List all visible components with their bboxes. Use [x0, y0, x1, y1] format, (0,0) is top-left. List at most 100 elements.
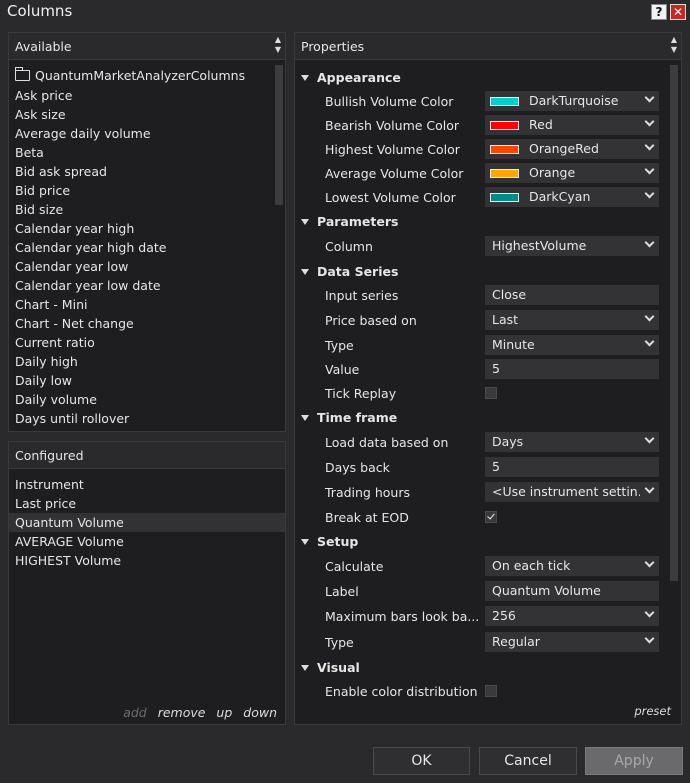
list-item[interactable]: Calendar year high date	[15, 240, 166, 255]
category-time-frame[interactable]: Time frame	[301, 410, 397, 425]
properties-scrollbar[interactable]	[667, 61, 681, 724]
list-item[interactable]: Beta	[15, 145, 44, 160]
category-label: Appearance	[317, 70, 401, 85]
list-item[interactable]: Bid size	[15, 202, 63, 217]
tick-replay-checkbox[interactable]	[485, 387, 497, 399]
preset-link[interactable]: preset	[634, 704, 671, 718]
field-value: 5	[492, 361, 500, 376]
available-folder[interactable]: QuantumMarketAnalyzerColumns	[14, 67, 246, 83]
apply-button[interactable]: Apply	[585, 747, 683, 775]
select-value: Red	[529, 117, 553, 132]
available-scroll-thumb[interactable]	[275, 65, 283, 205]
color-swatch	[490, 97, 519, 106]
color-swatch	[490, 121, 519, 130]
select-value: Days	[492, 434, 524, 449]
field-value: Quantum Volume	[492, 583, 601, 598]
list-item[interactable]: Calendar year high	[15, 221, 134, 236]
list-item[interactable]: Daily high	[15, 354, 78, 369]
chevron-down-icon	[644, 483, 655, 494]
available-scrollbar[interactable]	[273, 61, 285, 431]
configured-item-label: HIGHEST Volume	[15, 553, 122, 568]
list-item[interactable]: Bid price	[15, 183, 70, 198]
properties-scroll-arrows[interactable]: ▲ ▼	[669, 35, 679, 55]
days-back-field[interactable]: 5	[485, 457, 659, 477]
trading-hours-select[interactable]: <Use instrument settin...	[485, 482, 659, 502]
category-data-series[interactable]: Data Series	[301, 264, 398, 279]
list-item[interactable]: Calendar year low	[15, 259, 128, 274]
setup-type-label: Type	[325, 635, 354, 650]
chevron-down-icon	[644, 237, 655, 248]
list-item[interactable]: Bid ask spread	[15, 164, 107, 179]
average-color-select[interactable]: Orange	[485, 163, 659, 183]
chevron-down-icon	[644, 188, 655, 199]
list-item[interactable]: Ask size	[15, 107, 66, 122]
price-based-on-label: Price based on	[325, 313, 417, 328]
color-swatch	[490, 169, 519, 178]
list-item[interactable]: Average daily volume	[15, 126, 151, 141]
highest-color-label: Highest Volume Color	[325, 142, 460, 157]
available-header-label: Available	[15, 39, 72, 54]
enable-color-checkbox[interactable]	[485, 685, 497, 697]
highest-color-select[interactable]: OrangeRed	[485, 139, 659, 159]
window-title: Columns	[7, 2, 73, 20]
properties-scroll-thumb[interactable]	[670, 65, 678, 581]
select-value: 256	[492, 608, 516, 623]
max-bars-select[interactable]: 256	[485, 606, 659, 626]
break-eod-checkbox[interactable]	[485, 511, 497, 523]
category-parameters[interactable]: Parameters	[301, 214, 398, 229]
chevron-down-icon	[644, 633, 655, 644]
available-scroll-arrows[interactable]: ▲ ▼	[273, 35, 283, 55]
category-visual[interactable]: Visual	[301, 660, 360, 675]
properties-panel: Properties ▲ ▼ Appearance Bullish Volume …	[294, 32, 682, 725]
help-button[interactable]: ?	[651, 4, 667, 20]
category-appearance[interactable]: Appearance	[301, 70, 401, 85]
configured-item[interactable]: AVERAGE Volume	[9, 532, 285, 551]
up-link[interactable]: up	[216, 705, 232, 720]
list-item[interactable]: Ask price	[15, 88, 72, 103]
select-value: HighestVolume	[492, 238, 587, 253]
label-field[interactable]: Quantum Volume	[485, 581, 659, 601]
configured-item[interactable]: Instrument	[9, 475, 285, 494]
enable-color-label: Enable color distribution	[325, 684, 478, 699]
select-value: DarkTurquoise	[529, 93, 619, 108]
calculate-select[interactable]: On each tick	[485, 556, 659, 576]
list-item[interactable]: Daily low	[15, 373, 72, 388]
configured-item[interactable]: HIGHEST Volume	[9, 551, 285, 570]
trading-hours-label: Trading hours	[325, 485, 410, 500]
folder-label: QuantumMarketAnalyzerColumns	[35, 68, 246, 83]
configured-header: Configured	[9, 442, 285, 469]
add-link[interactable]: add	[123, 705, 147, 720]
folder-icon	[14, 67, 30, 81]
chevron-down-icon	[644, 92, 655, 103]
price-based-on-select[interactable]: Last	[485, 310, 659, 330]
list-item[interactable]: Chart - Net change	[15, 316, 134, 331]
category-label: Setup	[317, 534, 359, 549]
setup-type-select[interactable]: Regular	[485, 632, 659, 652]
list-item[interactable]: Calendar year low date	[15, 278, 161, 293]
chevron-down-icon	[644, 607, 655, 618]
list-item[interactable]: Daily volume	[15, 392, 97, 407]
series-value-label: Value	[325, 362, 360, 377]
bearish-color-select[interactable]: Red	[485, 115, 659, 135]
configured-item[interactable]: Quantum Volume	[9, 513, 285, 532]
cancel-button[interactable]: Cancel	[479, 747, 577, 775]
list-item[interactable]: Current ratio	[15, 335, 95, 350]
list-item[interactable]: Chart - Mini	[15, 297, 87, 312]
down-link[interactable]: down	[243, 705, 277, 720]
close-button[interactable]: ✕	[670, 4, 686, 20]
series-type-select[interactable]: Minute	[485, 335, 659, 355]
remove-link[interactable]: remove	[158, 705, 206, 720]
bullish-color-label: Bullish Volume Color	[325, 94, 454, 109]
category-setup[interactable]: Setup	[301, 534, 358, 549]
series-value-field[interactable]: 5	[485, 359, 659, 379]
ok-button[interactable]: OK	[373, 747, 470, 775]
configured-item-label: Quantum Volume	[15, 515, 124, 530]
collapse-triangle-icon	[301, 665, 309, 671]
list-item[interactable]: Days until rollover	[15, 411, 129, 426]
bullish-color-select[interactable]: DarkTurquoise	[485, 91, 659, 111]
column-select[interactable]: HighestVolume	[485, 236, 659, 256]
configured-item[interactable]: Last price	[9, 494, 285, 513]
lowest-color-select[interactable]: DarkCyan	[485, 187, 659, 207]
input-series-field[interactable]: Close	[485, 285, 659, 305]
load-data-select[interactable]: Days	[485, 432, 659, 452]
